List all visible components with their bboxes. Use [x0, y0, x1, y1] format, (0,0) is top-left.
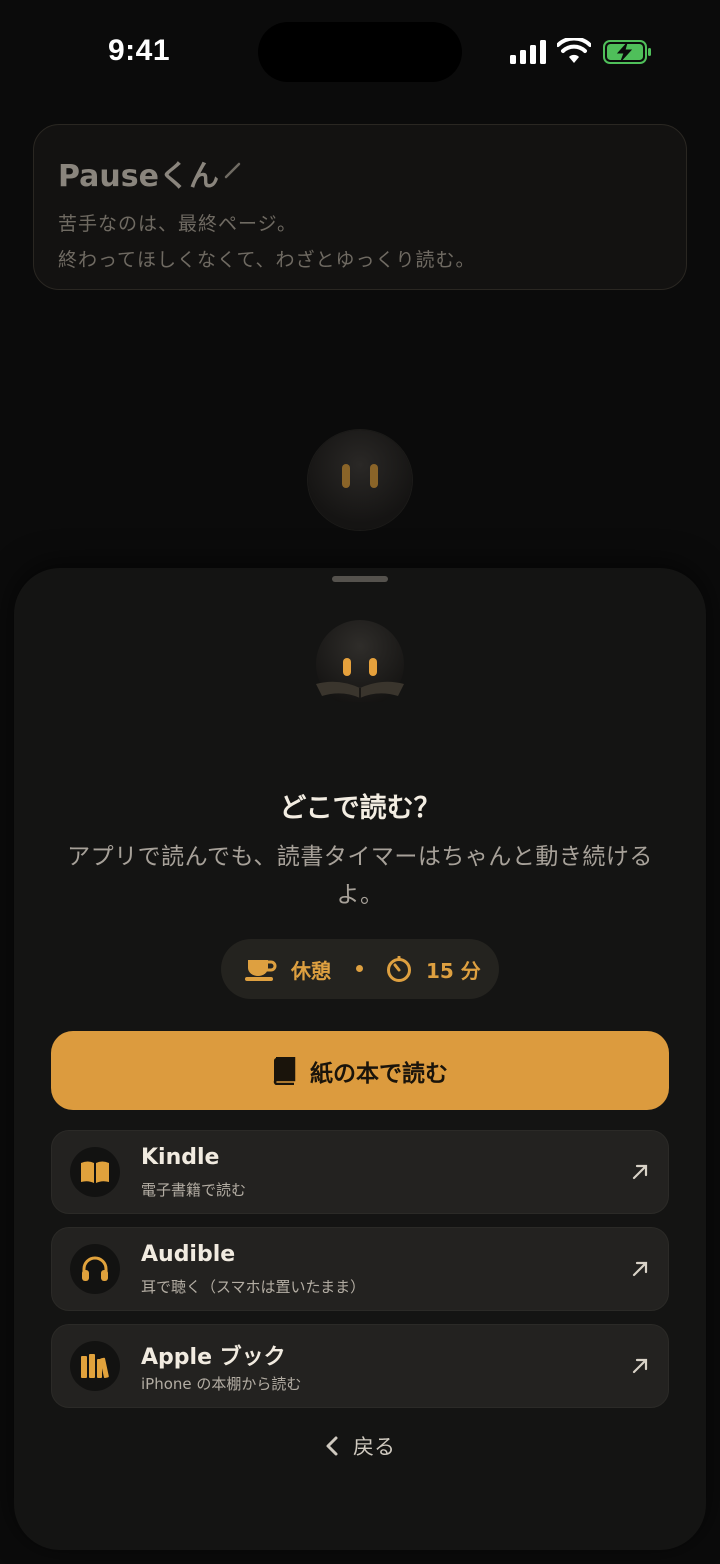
wifi-icon [557, 38, 591, 63]
cellular-signal-icon [510, 40, 546, 64]
profile-card: Pauseくん 苦手なのは、最終ページ。 終わってほしくなくて、わざとゆっくり読… [33, 124, 687, 290]
timer-info: 15 分 [386, 939, 481, 999]
bookshelf-icon [81, 1354, 109, 1379]
option-audible-icon-wrap [70, 1244, 120, 1294]
session-info-pill: 休憩 15 分 [221, 939, 499, 999]
profile-line-1: 苦手なのは、最終ページ。 [58, 213, 298, 235]
read-paper-book-button[interactable]: 紙の本で読む [51, 1031, 669, 1110]
sheet-subtitle: アプリで読んでも、読書タイマーはちゃんと動き続けるよ。 [67, 844, 653, 908]
option-apple-books-subtitle: iPhone の本棚から読む [141, 1375, 302, 1393]
timer-label: 15 分 [426, 958, 481, 983]
option-apple-books-icon-wrap [70, 1341, 120, 1391]
coffee-cup-icon [245, 960, 277, 981]
back-button[interactable]: 戻る [14, 1426, 706, 1466]
dynamic-island [258, 22, 462, 82]
open-book-icon [81, 1161, 109, 1183]
sheet-title: どこで読む？ [279, 793, 441, 824]
battery-charging-icon [603, 40, 651, 64]
break-label: 休憩 [291, 958, 331, 983]
reading-mascot-icon [316, 620, 404, 702]
option-audible-title: Audible [141, 1242, 236, 1267]
option-kindle-subtitle: 電子書籍で読む [141, 1181, 247, 1199]
sheet-grab-handle[interactable] [332, 576, 388, 582]
external-link-arrow-icon [632, 1261, 648, 1277]
separator-dot [356, 965, 363, 972]
option-kindle[interactable]: Kindle 電子書籍で読む [51, 1130, 669, 1214]
profile-line-2: 終わってほしくなくて、わざとゆっくり読む。 [58, 249, 476, 271]
break-info: 休憩 [245, 939, 331, 999]
read-paper-book-label: 紙の本で読む [310, 1060, 448, 1087]
mascot-eye-left [342, 464, 350, 488]
mascot-eye-right [370, 464, 378, 488]
profile-name: Pauseくん [58, 159, 219, 194]
status-time: 9:41 [108, 34, 171, 67]
background-mascot [308, 430, 412, 530]
option-kindle-icon-wrap [70, 1147, 120, 1197]
option-apple-books[interactable]: Apple ブック iPhone の本棚から読む [51, 1324, 669, 1408]
book-icon [273, 1056, 296, 1085]
option-audible-subtitle: 耳で聴く（スマホは置いたまま） [141, 1278, 366, 1296]
status-bar: 9:41 [0, 0, 720, 110]
external-link-arrow-icon [632, 1358, 648, 1374]
option-kindle-title: Kindle [141, 1145, 220, 1170]
edit-pencil-icon[interactable] [222, 159, 244, 181]
external-link-arrow-icon [632, 1164, 648, 1180]
option-apple-books-title: Apple ブック [141, 1345, 286, 1370]
chevron-left-icon [326, 1436, 338, 1456]
option-audible[interactable]: Audible 耳で聴く（スマホは置いたまま） [51, 1227, 669, 1311]
timer-icon [387, 956, 411, 982]
headphones-icon [82, 1256, 108, 1281]
reading-location-sheet: どこで読む？ アプリで読んでも、読書タイマーはちゃんと動き続けるよ。 休憩 15… [14, 568, 706, 1550]
back-label: 戻る [353, 1435, 395, 1459]
